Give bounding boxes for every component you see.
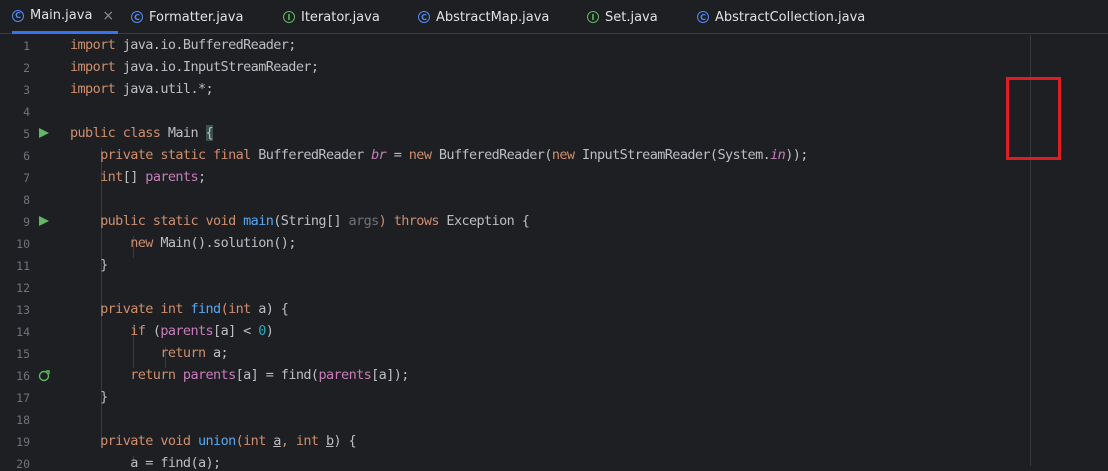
code-line: a = find(a); [70,455,221,471]
line-number: 17 [16,391,30,405]
run-icon[interactable] [39,216,49,226]
highlight-annotation-box [1006,77,1061,160]
tab-formatter-java[interactable]: C Formatter.java [131,0,243,34]
run-icon[interactable] [39,128,49,138]
code-line: if (parents[a] < 0) [70,323,274,339]
code-line: } [70,257,108,273]
line-number: 2 [23,61,30,75]
line-number: 9 [23,215,30,229]
code-line: new Main().solution(); [70,235,296,251]
tab-label: Iterator.java [301,9,380,25]
tab-main-java[interactable]: C Main.java × [12,0,118,34]
code-line: public class Main { [70,125,214,141]
tab-set-java[interactable]: I Set.java [587,0,658,34]
line-number: 15 [16,347,30,361]
line-number: 19 [16,435,30,449]
code-line: } [70,389,108,405]
code-line: private void union(int a, int b) { [70,433,357,449]
tab-abstractmap-java[interactable]: C AbstractMap.java [418,0,549,34]
line-number: 8 [23,193,30,207]
tab-abstractcollection-java[interactable]: C AbstractCollection.java [697,0,865,34]
line-number: 3 [23,83,30,97]
tab-label: Formatter.java [149,9,244,25]
line-number: 14 [16,325,30,339]
interface-icon: I [587,11,599,23]
class-icon: C [12,9,24,22]
tab-label: Main.java [30,8,93,23]
code-line: import java.io.InputStreamReader; [70,59,319,75]
line-number: 16 [16,369,30,383]
close-icon[interactable]: × [102,8,114,24]
code-line: import java.util.*; [70,81,214,97]
line-number: 4 [23,105,30,119]
code-line: return a; [70,345,229,361]
line-number: 7 [23,171,30,185]
code-line: return parents[a] = find(parents[a]); [70,367,409,383]
line-number: 18 [16,413,30,427]
line-number: 12 [16,281,30,295]
class-icon: C [131,11,143,23]
code-line: int[] parents; [70,169,206,185]
line-number: 1 [23,39,30,53]
editor-tab-bar: C Main.java × C Formatter.java I Iterato… [0,0,1108,34]
line-number: 6 [23,149,30,163]
line-number: 11 [16,259,30,273]
interface-icon: I [283,11,295,23]
code-line: private static final BufferedReader br =… [70,147,808,163]
code-line: import java.io.BufferedReader; [70,37,296,53]
tab-label: Set.java [605,9,658,25]
tab-label: AbstractMap.java [436,9,550,25]
class-icon: C [697,11,709,23]
code-line: public static void main(String[] args) t… [70,213,530,229]
code-line: private int find(int a) { [70,301,289,317]
recursive-call-icon[interactable] [38,370,50,382]
line-number: 5 [23,127,30,141]
line-number: 10 [16,237,30,251]
tab-iterator-java[interactable]: I Iterator.java [283,0,380,34]
class-icon: C [418,11,430,23]
line-number: 20 [16,457,30,471]
tab-label: AbstractCollection.java [715,9,866,25]
line-number: 13 [16,303,30,317]
